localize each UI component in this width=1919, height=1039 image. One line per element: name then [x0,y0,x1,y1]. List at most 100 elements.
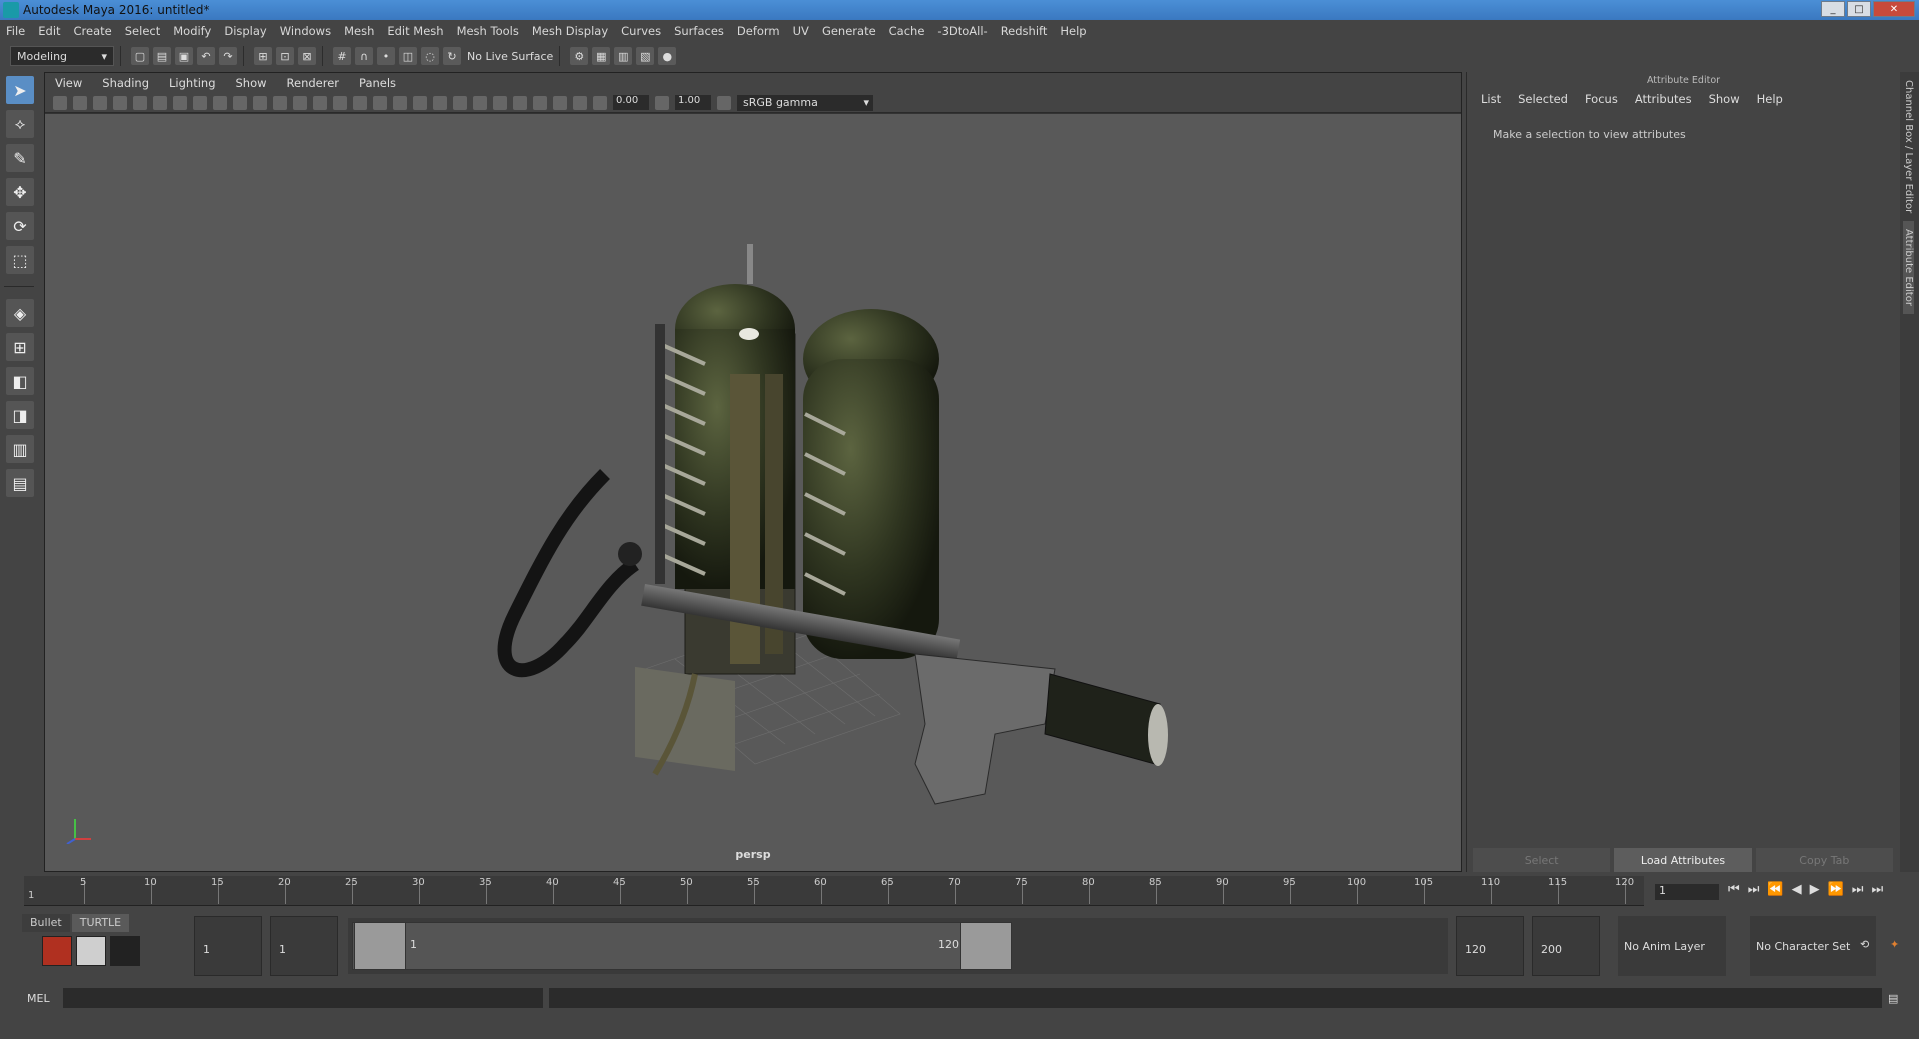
view-transform-dropdown[interactable]: sRGB gamma ▾ [737,94,873,111]
select-tool-icon[interactable]: ➤ [6,76,34,104]
menu-display[interactable]: Display [224,24,266,38]
select-button[interactable]: Select [1473,848,1611,872]
viewport-menu-panels[interactable]: Panels [359,76,396,90]
animation-start-field[interactable]: 1 [194,916,262,976]
sphere-render-icon[interactable] [110,936,140,966]
render-settings-icon[interactable]: ⚙ [570,47,589,65]
command-input[interactable] [63,988,543,1008]
rotate-tool-icon[interactable]: ⟳ [6,212,34,240]
go-to-end-icon[interactable]: ⏭ [1871,882,1883,897]
scale-tool-icon[interactable]: ⬚ [6,246,34,274]
use-all-lights-icon[interactable] [393,95,407,110]
select-by-hierarchy-icon[interactable]: ⊞ [254,47,272,65]
field-chart-icon[interactable] [253,95,267,110]
animation-end-field[interactable]: 200 [1532,916,1600,976]
character-set-dropdown[interactable]: No Character Set [1750,916,1876,976]
menu-edit[interactable]: Edit [38,24,60,38]
playback-end-field[interactable]: 120 [1456,916,1524,976]
xray-joints-icon[interactable] [553,95,567,110]
single-perspective-layout-icon[interactable]: ◈ [6,299,34,327]
shadows-icon[interactable] [413,95,427,110]
viewport-menu-shading[interactable]: Shading [102,76,149,90]
viewport-menu-lighting[interactable]: Lighting [169,76,215,90]
lasso-tool-icon[interactable]: ⟡ [6,110,34,138]
render-current-icon[interactable]: ▦ [592,47,611,65]
load-attributes-button[interactable]: Load Attributes [1614,848,1752,872]
snap-curve-icon[interactable]: ∩ [355,47,373,65]
bookmark-icon[interactable] [93,95,107,110]
menu-generate[interactable]: Generate [822,24,876,38]
playback-range-slider[interactable]: 1 120 [348,918,1448,974]
grid-icon[interactable] [173,95,187,110]
menu-curves[interactable]: Curves [621,24,661,38]
go-to-start-icon[interactable]: ⏮ [1728,882,1740,897]
default-lighting-icon[interactable] [353,95,367,110]
3d-viewport-canvas[interactable]: persp [45,114,1461,871]
render-flame-icon[interactable] [42,936,72,966]
2d-pan-zoom-icon[interactable] [133,95,147,110]
menu-set-dropdown[interactable]: Modeling ▾ [10,46,114,66]
tab-attribute-editor[interactable]: Attribute Editor [1903,221,1914,315]
four-view-layout-icon[interactable]: ⊞ [6,333,34,361]
camera-attributes-icon[interactable] [73,95,87,110]
wireframe-icon[interactable] [313,95,327,110]
select-by-component-icon[interactable]: ⊠ [298,47,316,65]
menu-mesh[interactable]: Mesh [344,24,374,38]
persp-graph-hypergraph-layout-icon[interactable]: ▤ [6,469,34,497]
render-image-icon[interactable] [76,936,106,966]
attr-menu-show[interactable]: Show [1709,92,1740,106]
anim-layer-dropdown[interactable]: No Anim Layer [1618,916,1726,976]
close-button[interactable]: ✕ [1873,1,1915,17]
step-back-frame-icon[interactable]: ⏪ [1767,882,1783,897]
attr-menu-focus[interactable]: Focus [1585,92,1618,106]
minimize-button[interactable]: _ [1821,1,1845,17]
ipr-render-icon[interactable]: ▥ [614,47,633,65]
menu-modify[interactable]: Modify [173,24,211,38]
depth-of-field-icon[interactable] [493,95,507,110]
menu-3dtoall[interactable]: -3DtoAll- [937,24,987,38]
select-by-object-icon[interactable]: ⊡ [276,47,294,65]
playback-start-field[interactable]: 1 [270,916,338,976]
open-scene-icon[interactable]: ▤ [153,47,171,65]
textured-icon[interactable] [373,95,387,110]
safe-action-icon[interactable] [273,95,287,110]
anti-aliasing-icon[interactable] [473,95,487,110]
camera-select-icon[interactable] [53,95,67,110]
image-plane-icon[interactable] [113,95,127,110]
snap-point-icon[interactable]: • [377,47,395,65]
menu-windows[interactable]: Windows [280,24,331,38]
shelf-tab-bullet[interactable]: Bullet [22,914,70,932]
step-forward-key-icon[interactable]: ⏭ [1852,882,1864,897]
ambient-occlusion-icon[interactable] [433,95,447,110]
command-language-label[interactable]: MEL [27,992,61,1005]
range-end-handle[interactable] [960,922,1012,970]
copy-tab-button[interactable]: Copy Tab [1755,848,1893,872]
menu-deform[interactable]: Deform [737,24,780,38]
isolate-select-icon[interactable] [513,95,527,110]
exposure-field[interactable]: 0.00 [613,95,649,110]
menu-uv[interactable]: UV [793,24,809,38]
current-frame-field[interactable]: 1 [1655,884,1719,900]
maximize-button[interactable]: □ [1847,1,1871,17]
menu-file[interactable]: File [6,24,25,38]
range-start-handle[interactable] [354,922,406,970]
exposure-icon[interactable] [593,95,607,110]
shelf-tab-turtle[interactable]: TURTLE [71,914,130,932]
viewport-menu-view[interactable]: View [55,76,82,90]
attr-menu-selected[interactable]: Selected [1518,92,1568,106]
undo-icon[interactable]: ↶ [197,47,215,65]
attr-menu-help[interactable]: Help [1757,92,1783,106]
render-view-icon[interactable]: ▧ [636,47,655,65]
snap-view-icon[interactable]: ◫ [399,47,417,65]
snap-rotate-icon[interactable]: ↻ [443,47,461,65]
menu-edit-mesh[interactable]: Edit Mesh [387,24,443,38]
time-ruler[interactable]: 1 5 10 15 20 25 30 35 40 45 50 55 60 65 … [24,876,1644,906]
xray-components-icon[interactable] [573,95,587,110]
menu-redshift[interactable]: Redshift [1001,24,1048,38]
tab-channel-box[interactable]: Channel Box / Layer Editor [1903,80,1914,213]
viewport-menu-show[interactable]: Show [236,76,267,90]
xray-icon[interactable] [533,95,547,110]
save-scene-icon[interactable]: ▣ [175,47,193,65]
gamma-field[interactable]: 1.00 [675,95,711,110]
auto-key-icon[interactable]: ⟲ [1860,938,1869,951]
